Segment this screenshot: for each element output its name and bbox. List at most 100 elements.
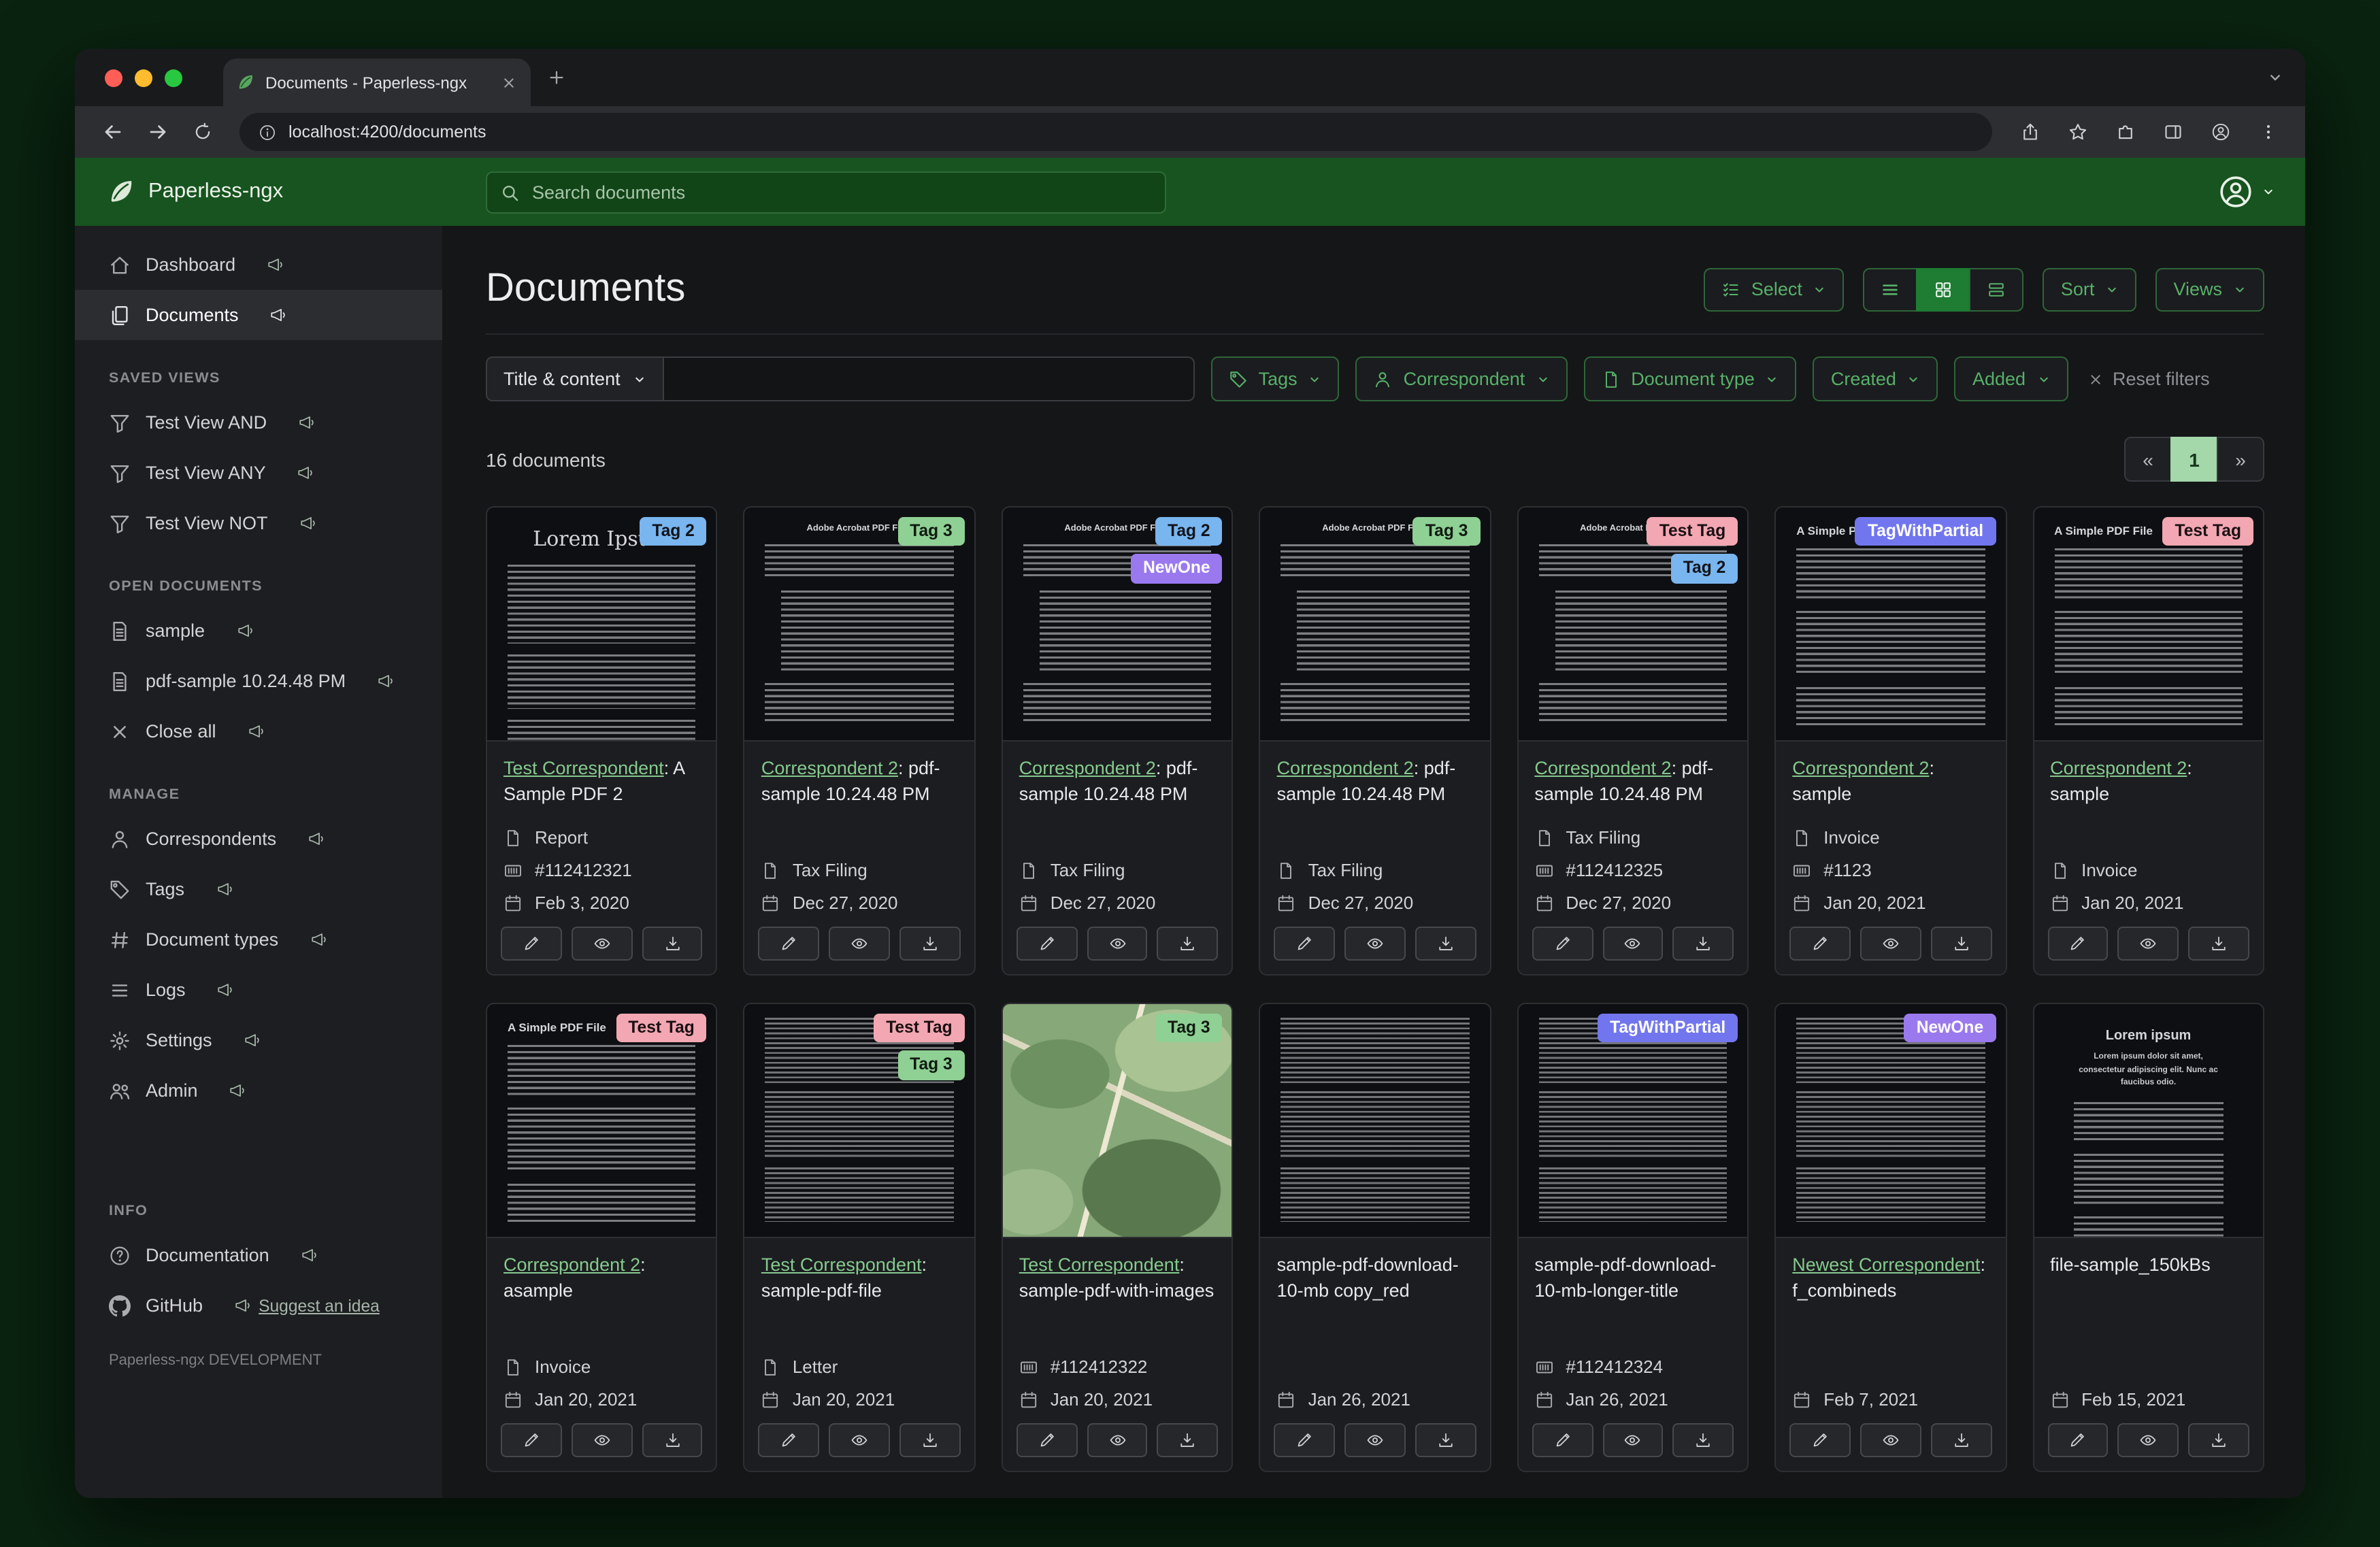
download-button[interactable] [2188, 927, 2249, 961]
view-button[interactable] [829, 927, 891, 961]
edit-button[interactable] [501, 1423, 562, 1457]
download-button[interactable] [1157, 927, 1219, 961]
edit-button[interactable] [1274, 1423, 1336, 1457]
suggest-idea-link[interactable] [267, 256, 291, 273]
suggest-idea-link[interactable] [301, 1246, 325, 1264]
document-thumbnail[interactable]: TagWithPartial [1518, 1004, 1748, 1238]
extensions-puzzle-icon[interactable] [2106, 114, 2143, 150]
select-button[interactable]: Select [1703, 267, 1845, 311]
view-button[interactable] [2117, 1423, 2179, 1457]
edit-button[interactable] [1016, 1423, 1078, 1457]
download-button[interactable] [1672, 1423, 1734, 1457]
document-type-filter-button[interactable]: Document type [1583, 356, 1797, 401]
suggest-idea-link[interactable] [229, 1082, 254, 1099]
tag-badge[interactable]: TagWithPartial [1598, 1014, 1738, 1043]
suggest-idea-link[interactable] [297, 464, 322, 482]
document-thumbnail[interactable]: NewOne [1776, 1004, 2006, 1238]
sidebar-item-close-all[interactable]: Close all [75, 706, 442, 756]
document-thumbnail[interactable]: A Simple PDF File TagWithPartial [1776, 508, 2006, 742]
document-card[interactable]: Adobe Acrobat PDF Files Tag 2 NewOne Corr… [1001, 506, 1234, 976]
correspondent-link[interactable]: Correspondent 2 [1277, 758, 1414, 778]
sidebar-item-documentation[interactable]: Documentation [75, 1230, 442, 1280]
document-card[interactable]: A Simple PDF File Test Tag Correspondent… [486, 1003, 718, 1472]
views-button[interactable]: Views [2155, 267, 2264, 311]
new-tab-button[interactable] [547, 68, 566, 87]
download-button[interactable] [1672, 927, 1734, 961]
document-title[interactable]: Test Correspondent: sample-pdf-file [761, 1253, 958, 1305]
download-button[interactable] [2188, 1423, 2249, 1457]
current-page-button[interactable]: 1 [2170, 437, 2218, 482]
view-button[interactable] [1602, 1423, 1664, 1457]
share-icon[interactable] [2011, 114, 2048, 150]
sidebar-item-sample[interactable]: sample [75, 605, 442, 656]
download-button[interactable] [642, 1423, 703, 1457]
suggest-idea-link[interactable] [236, 622, 261, 639]
document-thumbnail[interactable]: Lorem Ipsum Tag 2 [487, 508, 716, 742]
grid-view-button[interactable] [1916, 267, 1971, 311]
reload-button[interactable] [184, 114, 220, 150]
sidebar-item-test-view-not[interactable]: Test View NOT [75, 498, 442, 548]
document-thumbnail[interactable]: A Simple PDF File Test Tag [487, 1004, 716, 1238]
tag-badge[interactable]: TagWithPartial [1855, 517, 1996, 546]
suggest-idea-link[interactable] [298, 414, 323, 431]
download-button[interactable] [899, 927, 961, 961]
document-title[interactable]: Correspondent 2: pdf-sample 10.24.48 PM [1019, 756, 1216, 808]
view-button[interactable] [1602, 927, 1664, 961]
suggest-idea-link[interactable] [310, 931, 334, 948]
correspondent-link[interactable]: Test Correspondent [1019, 1254, 1180, 1275]
sidebar-item-github[interactable]: GitHub Suggest an idea [75, 1280, 442, 1331]
correspondent-link[interactable]: Test Correspondent [761, 1254, 922, 1275]
edit-button[interactable] [758, 927, 820, 961]
tab-search-chevron-icon[interactable] [2267, 69, 2283, 86]
edit-button[interactable] [1789, 927, 1851, 961]
download-button[interactable] [642, 927, 703, 961]
tag-badge[interactable]: Tag 3 [1412, 517, 1481, 546]
global-search[interactable] [486, 171, 1166, 214]
tag-badge[interactable]: Tag 3 [897, 517, 965, 546]
view-button[interactable] [2117, 927, 2179, 961]
suggest-idea-link[interactable] [299, 514, 324, 532]
sidebar-item-document-types[interactable]: Document types [75, 914, 442, 965]
document-thumbnail[interactable]: A Simple PDF File Test Tag [2034, 508, 2263, 742]
document-thumbnail[interactable]: Adobe Acrobat PDF Files Test Tag Tag 2 [1518, 508, 1748, 742]
document-title[interactable]: Correspondent 2: asample [503, 1253, 700, 1305]
correspondent-link[interactable]: Correspondent 2 [2050, 758, 2187, 778]
side-panel-icon[interactable] [2154, 114, 2191, 150]
suggest-idea-link[interactable] [216, 880, 240, 898]
document-card[interactable]: sample-pdf-download-10-mb copy_red Jan 2… [1259, 1003, 1491, 1472]
previous-page-button[interactable]: « [2124, 437, 2172, 482]
document-card[interactable]: Adobe Acrobat PDF Files Test Tag Tag 2 Co… [1517, 506, 1749, 976]
edit-button[interactable] [1532, 927, 1593, 961]
sidebar-item-documents[interactable]: Documents [75, 290, 442, 340]
edit-button[interactable] [758, 1423, 820, 1457]
tag-badge[interactable]: Test Tag [1647, 517, 1738, 546]
document-thumbnail[interactable]: Adobe Acrobat PDF Files Tag 2 NewOne [1002, 508, 1232, 742]
close-tab-icon[interactable] [501, 74, 517, 90]
document-title[interactable]: Test Correspondent: sample-pdf-with-imag… [1019, 1253, 1216, 1305]
suggest-idea-link[interactable] [308, 830, 332, 848]
edit-button[interactable] [2047, 927, 2109, 961]
site-info-icon[interactable] [259, 123, 276, 141]
brand[interactable]: Paperless-ngx [75, 178, 283, 205]
sort-button[interactable]: Sort [2043, 267, 2137, 311]
sidebar-item-dashboard[interactable]: Dashboard [75, 239, 442, 290]
tag-badge[interactable]: NewOne [1131, 554, 1223, 584]
document-thumbnail[interactable]: Adobe Acrobat PDF Files Tag 3 [744, 508, 974, 742]
sidebar-item-correspondents[interactable]: Correspondents [75, 814, 442, 864]
view-button[interactable] [1860, 1423, 1921, 1457]
document-thumbnail[interactable] [1260, 1004, 1490, 1238]
correspondent-link[interactable]: Newest Correspondent [1792, 1254, 1980, 1275]
document-title[interactable]: Correspondent 2: pdf-sample 10.24.48 PM [761, 756, 958, 808]
correspondent-link[interactable]: Test Correspondent [503, 758, 664, 778]
url-text[interactable]: localhost:4200/documents [288, 122, 486, 142]
document-card[interactable]: A Simple PDF File Test Tag Correspondent… [2032, 506, 2264, 976]
title-content-filter-input[interactable] [663, 356, 1195, 401]
sidebar-item-test-view-and[interactable]: Test View AND [75, 397, 442, 448]
tag-badge[interactable]: Test Tag [874, 1014, 965, 1043]
tag-badge[interactable]: Tag 2 [640, 517, 707, 546]
suggest-idea-link[interactable] [248, 722, 272, 740]
sidebar-item-admin[interactable]: Admin [75, 1065, 442, 1116]
document-title[interactable]: Test Correspondent: A Sample PDF 2 [503, 756, 700, 808]
document-card[interactable]: Adobe Acrobat PDF Files Tag 3 Correspond… [1259, 506, 1491, 976]
list-view-button[interactable] [1863, 267, 1918, 311]
